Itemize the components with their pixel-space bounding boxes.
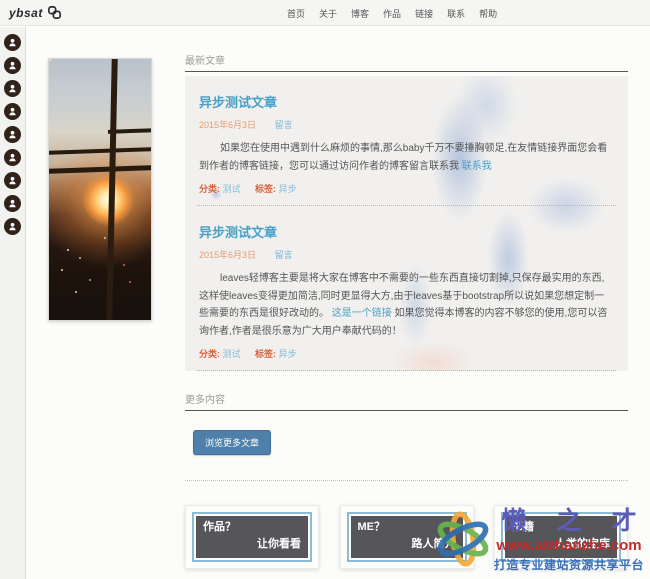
user-icon[interactable] (4, 172, 21, 189)
promo-card-body: 作品？ 让你看看 (196, 516, 308, 559)
article-card: 异步测试文章 2015年6月3日 留言 leaves轻博客主要是将大家在博客中不… (197, 206, 616, 371)
category-link[interactable]: 测试 (223, 184, 241, 194)
window-bar (106, 59, 118, 320)
nav-item-links[interactable]: 链接 (415, 7, 433, 20)
article-meta: 2015年6月3日 留言 (199, 248, 614, 261)
category-label: 分类: (199, 184, 220, 194)
articles-section: 异步测试文章 2015年6月3日 留言 如果您在使用中遇到什么麻烦的事情,那么b… (185, 76, 628, 371)
window-bar (49, 165, 151, 175)
user-icon[interactable] (4, 218, 21, 235)
article-title[interactable]: 异步测试文章 (199, 222, 614, 241)
watermark-text: 懒之才 www.aizhanzhe.com 打造专业建站资源共享平台 (494, 508, 644, 573)
article-body: leaves轻博客主要是将大家在博客中不需要的一些东西直接切割掉,只保存最实用的… (199, 270, 614, 340)
nav-item-works[interactable]: 作品 (383, 7, 401, 20)
user-icon[interactable] (4, 80, 21, 97)
article-date: 2015年6月3日 (199, 250, 257, 260)
left-sidebar (0, 27, 26, 579)
browse-more-articles-button[interactable]: 浏览更多文章 (193, 430, 272, 455)
sunset-highway-photo (48, 58, 152, 321)
nav-item-contact[interactable]: 联系 (447, 7, 465, 20)
latest-articles-heading: 最新文章 (185, 52, 628, 72)
main-nav: 首页 关于 博客 作品 链接 联系 帮助 (287, 0, 497, 26)
logo[interactable]: ybsat (9, 5, 62, 20)
promo-card-line2: 让你看看 (257, 538, 301, 551)
top-navbar: ybsat 首页 关于 博客 作品 链接 联系 帮助 (0, 0, 650, 26)
window-bar (49, 147, 151, 155)
user-icon[interactable] (4, 126, 21, 143)
comments-link[interactable]: 留言 (275, 120, 293, 130)
promo-card-line1: 作品？ (203, 521, 236, 533)
article-body: 如果您在使用中遇到什么麻烦的事情,那么baby千万不要捶胸顿足,在友情链接界面您… (199, 140, 614, 175)
tag-label: 标签: (255, 349, 277, 359)
user-icon[interactable] (4, 103, 21, 120)
user-icon[interactable] (4, 57, 21, 74)
nav-item-blog[interactable]: 博客 (351, 7, 369, 20)
nav-item-home[interactable]: 首页 (287, 7, 305, 20)
logo-link-icon (47, 5, 62, 20)
tag-link[interactable]: 异步 (279, 184, 297, 194)
watermark-url: www.aizhanzhe.com (496, 536, 642, 554)
promo-card-works[interactable]: 作品？ 让你看看 (185, 505, 319, 570)
article-tags: 分类: 测试 标签: 异步 (199, 182, 614, 195)
car-lights (49, 59, 51, 61)
page: ybsat 首页 关于 博客 作品 链接 联系 帮助 最新文章 异步测试文章 2… (0, 0, 650, 579)
article-card: 异步测试文章 2015年6月3日 留言 如果您在使用中遇到什么麻烦的事情,那么b… (197, 76, 616, 206)
category-link[interactable]: 测试 (223, 349, 241, 359)
aizhanzhe-watermark: 懒之才 www.aizhanzhe.com 打造专业建站资源共享平台 (434, 506, 644, 575)
article-date: 2015年6月3日 (199, 120, 257, 130)
demo-link[interactable]: 这是一个链接 (332, 308, 392, 319)
article-text: 如果您在使用中遇到什么麻烦的事情,那么baby千万不要捶胸顿足,在友情链接界面您… (199, 143, 608, 172)
main-content: 最新文章 异步测试文章 2015年6月3日 留言 如果您在使用中遇到什么麻烦的事… (185, 26, 628, 579)
more-content-panel: 浏览更多文章 (185, 413, 628, 481)
nav-item-about[interactable]: 关于 (319, 7, 337, 20)
user-icon[interactable] (4, 34, 21, 51)
comments-link[interactable]: 留言 (275, 250, 293, 260)
more-content-heading: 更多内容 (185, 391, 628, 411)
user-icon[interactable] (4, 195, 21, 212)
article-title[interactable]: 异步测试文章 (199, 92, 614, 111)
tag-label: 标签: (255, 184, 277, 194)
tag-link[interactable]: 异步 (279, 349, 297, 359)
contact-link[interactable]: 联系我 (462, 161, 492, 172)
article-meta: 2015年6月3日 留言 (199, 118, 614, 131)
promo-card-frame: 作品？ 让你看看 (192, 512, 312, 563)
atom-swirl-icon (434, 506, 492, 575)
article-tags: 分类: 测试 标签: 异步 (199, 347, 614, 360)
category-label: 分类: (199, 349, 220, 359)
watermark-brand: 懒之才 (501, 507, 650, 536)
nav-item-help[interactable]: 帮助 (479, 7, 497, 20)
watermark-slogan: 打造专业建站资源共享平台 (493, 557, 644, 572)
logo-text: ybsat (9, 5, 43, 20)
user-icon[interactable] (4, 149, 21, 166)
